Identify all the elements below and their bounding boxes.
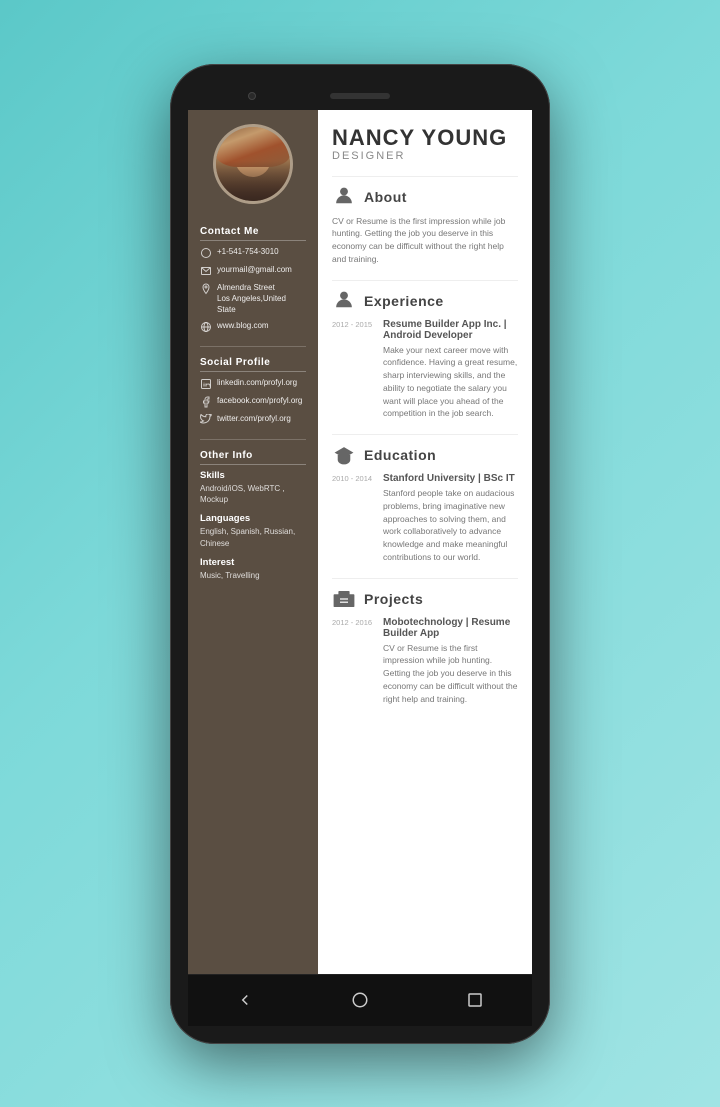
linkedin-icon — [200, 378, 212, 390]
contact-section-title: Contact Me — [200, 226, 306, 241]
phone-camera — [248, 92, 256, 100]
contact-website-text: www.blog.com — [217, 320, 269, 331]
resume-container: Contact Me +1-541-754-3010 yourmail@gmai… — [188, 110, 532, 974]
education-row: 2010 - 2014 Stanford University | BSc IT… — [332, 473, 518, 564]
contact-website-item: www.blog.com — [200, 320, 306, 333]
phone-top-bar — [188, 82, 532, 110]
projects-section-header: Projects — [332, 587, 518, 611]
social-facebook-item: facebook.com/profyl.org — [200, 395, 306, 408]
about-text: CV or Resume is the first impression whi… — [332, 215, 518, 266]
social-section-title: Social Profile — [200, 357, 306, 372]
contact-phone-text: +1-541-754-3010 — [217, 246, 279, 257]
phone-screen: Contact Me +1-541-754-3010 yourmail@gmai… — [188, 110, 532, 974]
about-section-title: About — [364, 189, 407, 205]
social-twitter-item: twitter.com/profyl.org — [200, 413, 306, 426]
experience-row: 2012 - 2015 Resume Builder App Inc. | An… — [332, 319, 518, 421]
about-section-header: About — [332, 185, 518, 209]
contact-email-text: yourmail@gmail.com — [217, 264, 292, 275]
projects-date: 2012 - 2016 — [332, 617, 377, 706]
contact-section: Contact Me +1-541-754-3010 yourmail@gmai… — [188, 218, 318, 345]
education-date: 2010 - 2014 — [332, 473, 377, 564]
education-content: Stanford University | BSc IT Stanford pe… — [383, 473, 518, 564]
education-school: Stanford University | BSc IT — [383, 473, 518, 484]
education-section-header: Education — [332, 443, 518, 467]
education-section: Education 2010 - 2014 Stanford Universit… — [332, 443, 518, 564]
interest-value: Music, Travelling — [200, 570, 306, 581]
avatar — [213, 124, 293, 204]
languages-item: Languages English, Spanish, Russian, Chi… — [200, 513, 306, 548]
skills-label: Skills — [200, 470, 306, 481]
experience-icon — [332, 289, 356, 313]
section-divider-1 — [332, 280, 518, 281]
avatar-hair — [216, 127, 290, 168]
about-section: About CV or Resume is the first impressi… — [332, 185, 518, 266]
projects-content: Mobotechnology | Resume Builder App CV o… — [383, 617, 518, 706]
resume-header: NANCY YOUNG DESIGNER — [332, 126, 518, 162]
social-linkedin-item: linkedin.com/profyl.org — [200, 377, 306, 390]
other-info-section-title: Other Info — [200, 450, 306, 465]
experience-company: Resume Builder App Inc. | Android Develo… — [383, 319, 518, 341]
interest-item: Interest Music, Travelling — [200, 557, 306, 581]
social-facebook-text: facebook.com/profyl.org — [217, 395, 302, 406]
avatar-area — [188, 110, 318, 218]
social-linkedin-text: linkedin.com/profyl.org — [217, 377, 297, 388]
skills-value: Android/iOS, WebRTC , Mockup — [200, 483, 306, 505]
experience-section: Experience 2012 - 2015 Resume Builder Ap… — [332, 289, 518, 421]
social-twitter-text: twitter.com/profyl.org — [217, 413, 291, 424]
section-divider-3 — [332, 578, 518, 579]
projects-section: Projects 2012 - 2016 Mobotechnology | Re… — [332, 587, 518, 706]
languages-label: Languages — [200, 513, 306, 524]
contact-address-text: Almendra Street Los Angeles,United State — [217, 282, 306, 316]
sidebar-divider-1 — [200, 346, 306, 347]
main-content[interactable]: NANCY YOUNG DESIGNER About — [318, 110, 532, 974]
experience-section-title: Experience — [364, 293, 444, 309]
projects-icon — [332, 587, 356, 611]
resume-job-title: DESIGNER — [332, 150, 518, 162]
section-divider-2 — [332, 434, 518, 435]
avatar-face — [216, 127, 290, 201]
resume-name: NANCY YOUNG — [332, 126, 518, 150]
back-button[interactable] — [227, 982, 263, 1018]
languages-value: English, Spanish, Russian, Chinese — [200, 526, 306, 548]
project-row: 2012 - 2016 Mobotechnology | Resume Buil… — [332, 617, 518, 706]
education-section-title: Education — [364, 447, 436, 463]
other-info-section: Other Info Skills Android/iOS, WebRTC , … — [188, 442, 318, 595]
education-icon — [332, 443, 356, 467]
sidebar-divider-2 — [200, 439, 306, 440]
email-icon — [200, 265, 212, 277]
experience-content: Resume Builder App Inc. | Android Develo… — [383, 319, 518, 421]
about-icon — [332, 185, 356, 209]
social-section: Social Profile linkedin.com/profyl.org — [188, 349, 318, 437]
contact-address-item: Almendra Street Los Angeles,United State — [200, 282, 306, 316]
experience-date: 2012 - 2015 — [332, 319, 377, 421]
home-button[interactable] — [342, 982, 378, 1018]
header-divider — [332, 176, 518, 177]
twitter-icon — [200, 414, 212, 426]
interest-label: Interest — [200, 557, 306, 568]
contact-phone-item: +1-541-754-3010 — [200, 246, 306, 259]
location-icon — [200, 283, 212, 295]
contact-email-item: yourmail@gmail.com — [200, 264, 306, 277]
skills-item: Skills Android/iOS, WebRTC , Mockup — [200, 470, 306, 505]
phone-speaker — [330, 93, 390, 99]
education-text: Stanford people take on audacious proble… — [383, 487, 518, 564]
phone-icon — [200, 247, 212, 259]
phone-frame: Contact Me +1-541-754-3010 yourmail@gmai… — [170, 64, 550, 1044]
recent-button[interactable] — [457, 982, 493, 1018]
projects-section-title: Projects — [364, 591, 423, 607]
experience-section-header: Experience — [332, 289, 518, 313]
globe-icon — [200, 321, 212, 333]
projects-name: Mobotechnology | Resume Builder App — [383, 617, 518, 639]
bottom-nav — [188, 974, 532, 1026]
projects-text: CV or Resume is the first impression whi… — [383, 642, 518, 706]
experience-text: Make your next career move with confiden… — [383, 344, 518, 421]
sidebar: Contact Me +1-541-754-3010 yourmail@gmai… — [188, 110, 318, 974]
facebook-icon — [200, 396, 212, 408]
